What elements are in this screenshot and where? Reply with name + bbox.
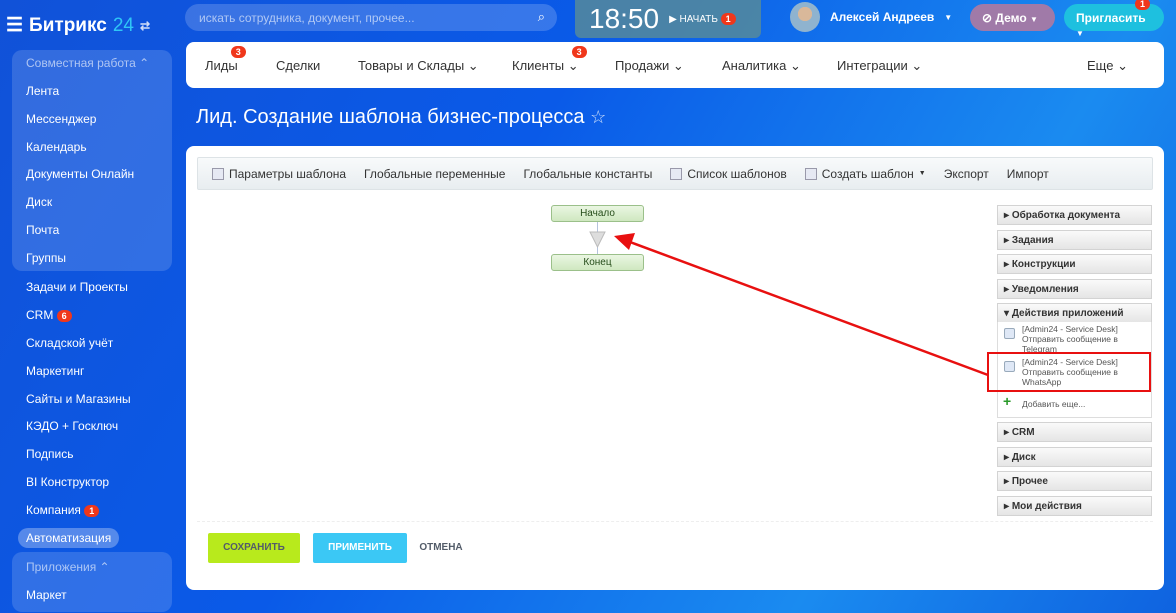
chevron-down-icon: ▼: [944, 12, 953, 22]
sidebar-item[interactable]: Маркет: [26, 588, 67, 602]
sidebar-item[interactable]: КЭДО + Госключ: [26, 419, 118, 433]
palette-category[interactable]: ▸ Диск: [997, 447, 1152, 467]
palette-category[interactable]: ▸ CRM: [997, 422, 1152, 442]
palette-category[interactable]: ▸ Уведомления: [997, 279, 1152, 299]
list-icon: [670, 167, 683, 180]
palette-category[interactable]: ▸ Конструкции: [997, 254, 1152, 274]
palette-category[interactable]: ▸ Задания: [997, 230, 1152, 250]
sidebar-item[interactable]: Маркетинг: [26, 364, 84, 378]
sidebar-group-title[interactable]: Совместная работа ⌃: [26, 56, 149, 70]
settings-icon: [212, 167, 224, 180]
import-button[interactable]: Импорт: [1007, 167, 1049, 181]
palette-category[interactable]: ▸ Обработка документа: [997, 205, 1152, 225]
tab-more[interactable]: Еще ⌄: [1087, 58, 1128, 74]
cancel-button[interactable]: ОТМЕНА: [414, 533, 468, 563]
sidebar-item[interactable]: Документы Онлайн: [26, 167, 134, 181]
start-node[interactable]: Начало: [551, 205, 644, 222]
user-menu[interactable]: Алексей Андреев ▼: [790, 2, 952, 32]
app-action-telegram[interactable]: [Admin24 - Service Desk] Отправить сообще…: [1022, 324, 1118, 354]
sidebar-item[interactable]: Почта: [26, 223, 59, 237]
sidebar-item[interactable]: Группы: [26, 251, 66, 265]
annotation-highlight-box: [987, 352, 1151, 392]
document-icon: [804, 167, 817, 180]
palette-category[interactable]: ▸ Мои действия: [997, 496, 1152, 516]
sidebar-group-title[interactable]: Приложения ⌃: [26, 560, 110, 574]
tab-goods[interactable]: Товары и Склады ⌄: [358, 58, 479, 74]
connector-drop-icon[interactable]: [589, 231, 606, 248]
invite-button[interactable]: Пригласить ▼ 1: [1064, 0, 1164, 38]
save-button[interactable]: СОХРАНИТЬ: [208, 533, 300, 563]
palette-category[interactable]: ▸ Прочее: [997, 471, 1152, 491]
sidebar-item[interactable]: Календарь: [26, 140, 87, 154]
template-list-button[interactable]: Список шаблонов: [670, 167, 787, 181]
demo-button[interactable]: ⊘ Демо ▼: [970, 4, 1055, 31]
tab-leads[interactable]: Лиды 3: [205, 46, 246, 73]
settings-icon[interactable]: ⇄: [140, 19, 150, 33]
tab-analytics[interactable]: Аналитика ⌄: [722, 58, 801, 74]
page-title: Лид. Создание шаблона бизнес-процесса ☆: [196, 106, 607, 128]
global-consts-button[interactable]: Глобальные константы: [523, 167, 652, 181]
sidebar-item[interactable]: Сайты и Магазины: [26, 392, 131, 406]
sidebar-item[interactable]: Диск: [26, 195, 52, 209]
menu-icon[interactable]: ☰: [6, 14, 23, 37]
toolbar: Параметры шаблона Глобальные переменные …: [197, 157, 1153, 190]
template-params-button[interactable]: Параметры шаблона: [212, 167, 346, 181]
tab-integrations[interactable]: Интеграции ⌄: [837, 58, 922, 74]
sidebar-item-automation[interactable]: Автоматизация: [18, 528, 120, 548]
start-button[interactable]: ▶ НАЧАТЬ 1: [669, 13, 736, 25]
search-icon[interactable]: ⌕: [538, 9, 545, 25]
sidebar-item[interactable]: Мессенджер: [26, 112, 96, 126]
sidebar-item[interactable]: Подпись: [26, 447, 74, 461]
search-input[interactable]: искать сотрудника, документ, прочее... ⌕: [185, 4, 557, 31]
sidebar-item[interactable]: Складской учёт: [26, 336, 113, 350]
sidebar-item-crm[interactable]: CRM 6: [26, 308, 72, 322]
tab-sales[interactable]: Продажи ⌄: [615, 58, 684, 74]
global-vars-button[interactable]: Глобальные переменные: [364, 167, 505, 181]
time-widget[interactable]: 18:50 ▶ НАЧАТЬ 1: [575, 0, 761, 38]
logo[interactable]: ☰ Битрикс 24 ⇄: [6, 14, 150, 37]
add-more-link[interactable]: Добавить еще...: [1022, 399, 1085, 409]
plus-icon: +: [1003, 393, 1012, 409]
tab-deals[interactable]: Сделки: [276, 58, 320, 73]
sidebar-item-company[interactable]: Компания 1: [26, 503, 100, 517]
export-button[interactable]: Экспорт: [944, 167, 989, 181]
top-nav: Лиды 3 Сделки Товары и Склады ⌄ Клиенты ⌄…: [186, 42, 1164, 88]
palette-category-expanded[interactable]: ▾ Действия приложений: [997, 303, 1152, 323]
tab-clients[interactable]: Клиенты ⌄ 3: [512, 46, 587, 74]
create-template-button[interactable]: Создать шаблон ▼: [804, 167, 926, 181]
sidebar-item[interactable]: Задачи и Проекты: [26, 280, 128, 294]
star-icon[interactable]: ☆: [590, 107, 606, 127]
apply-button[interactable]: ПРИМЕНИТЬ: [313, 533, 407, 563]
avatar: [790, 2, 820, 32]
sidebar-item[interactable]: Лента: [26, 84, 59, 98]
end-node[interactable]: Конец: [551, 254, 644, 271]
app-action-icon: [1004, 328, 1015, 339]
sidebar-item[interactable]: BI Конструктор: [26, 475, 109, 489]
